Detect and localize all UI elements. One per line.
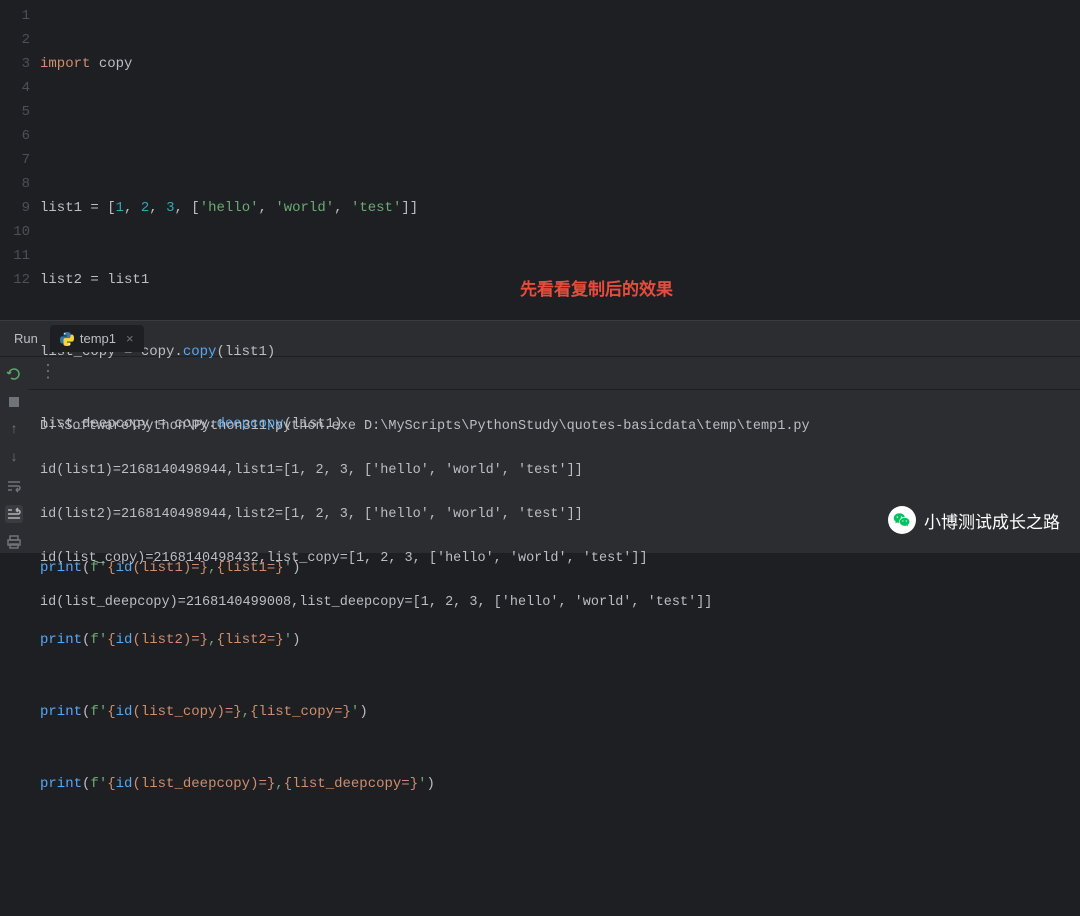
watermark: 小博测试成长之路 xyxy=(888,506,1060,534)
down-arrow-icon[interactable]: ↓ xyxy=(5,449,23,467)
code-content[interactable]: import copy list1 = [1, 2, 3, ['hello', … xyxy=(40,0,1080,320)
console-line: id(list1)=2168140498944,list1=[1, 2, 3, … xyxy=(40,460,1068,482)
python-icon xyxy=(60,332,74,346)
line-number-gutter: 123 456 789 101112 xyxy=(0,0,40,320)
scroll-to-end-icon[interactable] xyxy=(5,505,23,523)
more-options-icon[interactable]: ⋮ xyxy=(40,365,56,381)
console-line: id(list_deepcopy)=2168140499008,list_dee… xyxy=(40,592,1068,614)
run-tab-label: temp1 xyxy=(80,331,116,346)
console-line: D:\Software\Python\Python311\python.exe … xyxy=(40,416,1068,438)
stop-icon[interactable] xyxy=(5,393,23,411)
run-panel-label: Run xyxy=(8,331,50,346)
print-icon[interactable] xyxy=(5,533,23,551)
run-output-toolbar: ⋮ xyxy=(28,357,1080,390)
watermark-text: 小博测试成长之路 xyxy=(924,508,1060,533)
up-arrow-icon[interactable]: ↑ xyxy=(5,421,23,439)
console-line: id(list_copy)=2168140498432,list_copy=[1… xyxy=(40,548,1068,570)
wechat-icon xyxy=(888,506,916,534)
code-editor[interactable]: 123 456 789 101112 import copy list1 = [… xyxy=(0,0,1080,320)
soft-wrap-icon[interactable] xyxy=(5,477,23,495)
annotation-overlay: 先看看复制后的效果 xyxy=(520,275,673,300)
close-icon[interactable]: × xyxy=(122,331,134,346)
rerun-icon[interactable] xyxy=(5,365,23,383)
run-side-toolbar: ↑ ↓ xyxy=(0,357,28,553)
run-tab-temp1[interactable]: temp1 × xyxy=(50,325,144,352)
